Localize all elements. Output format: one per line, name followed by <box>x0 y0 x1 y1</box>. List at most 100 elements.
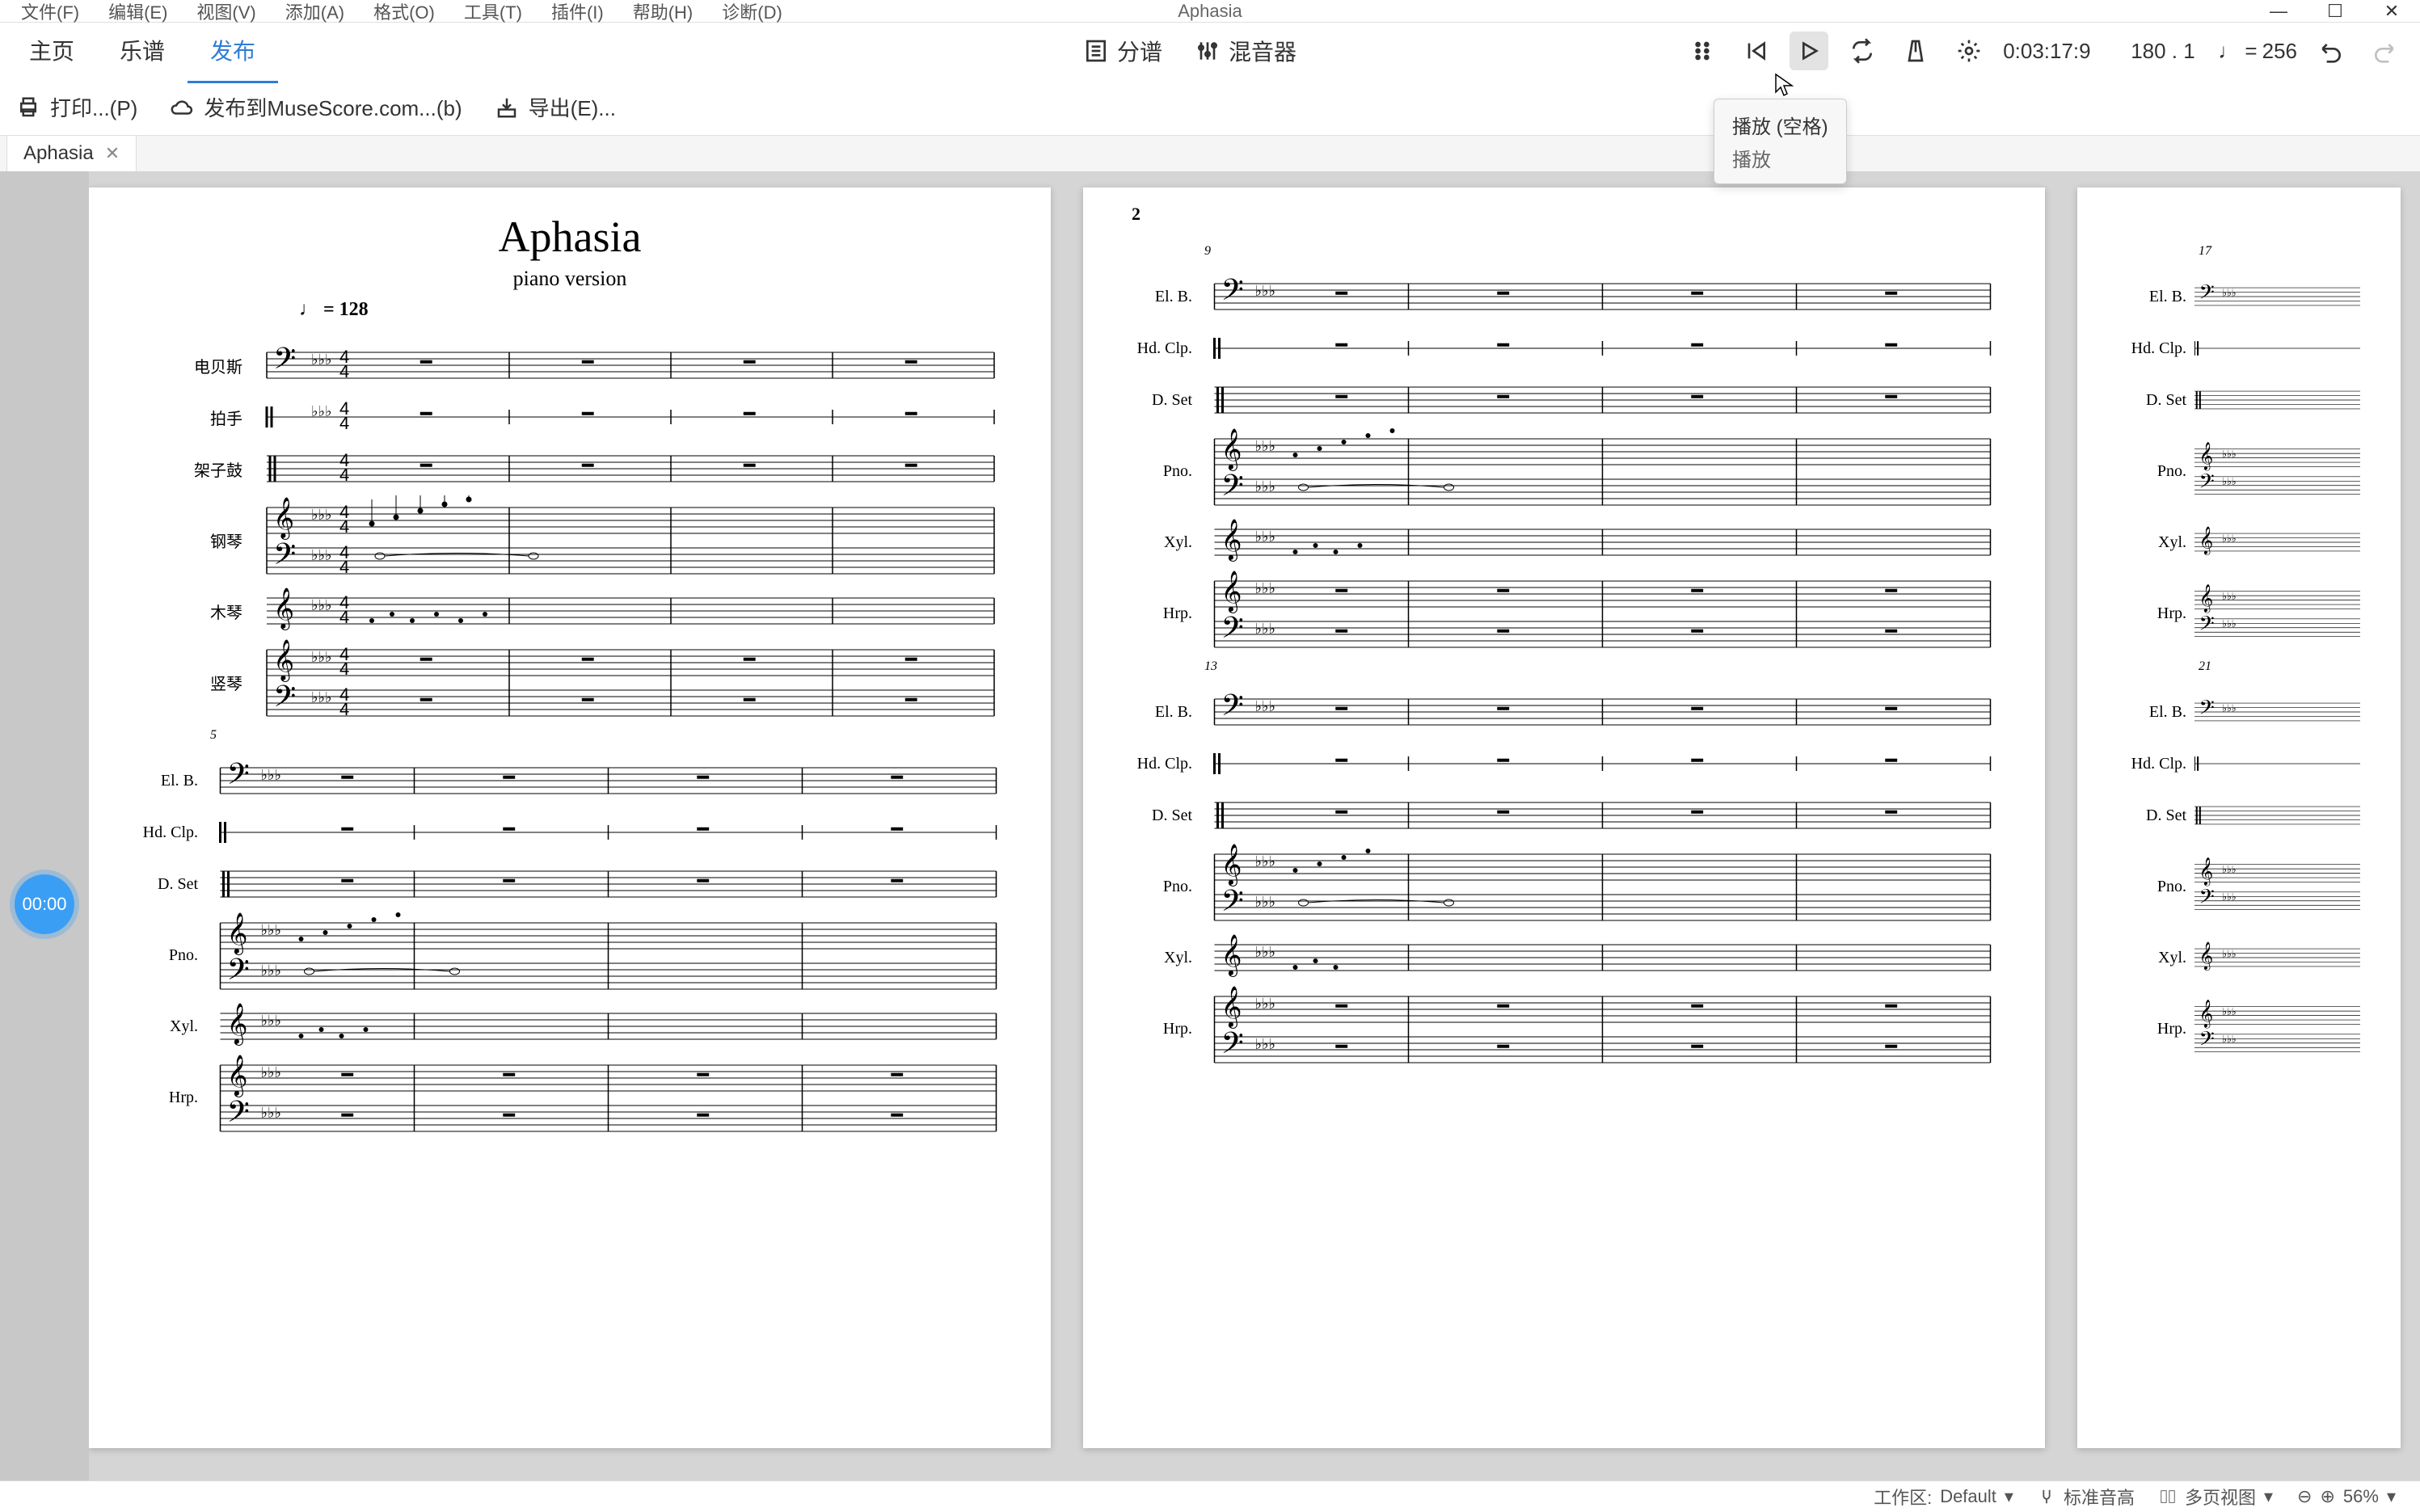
svg-text:𝄢: 𝄢 <box>2199 281 2214 309</box>
publish-online-button[interactable]: 发布到MuseScore.com...(b) <box>170 92 462 122</box>
svg-text:━: ━ <box>1335 335 1348 356</box>
svg-text:♭♭♭: ♭♭♭ <box>2222 533 2236 544</box>
svg-text:𝄞: 𝄞 <box>227 1055 248 1097</box>
svg-text:━: ━ <box>891 1105 904 1127</box>
svg-text:𝄞: 𝄞 <box>2199 857 2213 887</box>
parts-icon <box>1083 38 1109 64</box>
svg-text:━: ━ <box>1691 283 1704 305</box>
svg-text:━: ━ <box>1691 698 1704 720</box>
svg-text:━: ━ <box>1885 335 1898 356</box>
settings-button[interactable] <box>1950 32 1988 70</box>
svg-text:♭♭♭: ♭♭♭ <box>261 962 281 979</box>
svg-text:━: ━ <box>581 455 594 477</box>
tab-home[interactable]: 主页 <box>6 19 97 83</box>
zoom-control[interactable]: ⊖ ⊕ 56% ▾ <box>2297 1486 2396 1507</box>
score-page-1[interactable]: Aphasia piano version ♩ = 128 电贝斯𝄢♭♭♭44━… <box>89 187 1051 1448</box>
svg-text:♭♭♭: ♭♭♭ <box>1255 283 1275 299</box>
svg-text:𝄢: 𝄢 <box>273 343 296 382</box>
instrument-label-short: Hrp. <box>129 1089 206 1107</box>
svg-text:𝄞: 𝄞 <box>1221 844 1242 887</box>
svg-text:━: ━ <box>503 870 516 892</box>
svg-text:𝄢: 𝄢 <box>227 954 250 993</box>
svg-text:♭♭♭: ♭♭♭ <box>1255 996 1275 1012</box>
svg-text:━: ━ <box>1497 335 1510 356</box>
svg-text:━: ━ <box>341 767 354 789</box>
document-tab[interactable]: Aphasia ✕ <box>6 135 137 171</box>
svg-text:𝄞: 𝄞 <box>273 498 294 540</box>
tab-score[interactable]: 乐谱 <box>97 19 188 83</box>
metronome-button[interactable] <box>1896 32 1935 70</box>
window-title: Aphasia <box>1178 1 1242 22</box>
concert-pitch-toggle[interactable]: 标准音高 <box>2038 1484 2135 1510</box>
svg-text:𝄢: 𝄢 <box>227 1096 250 1135</box>
score-page-2[interactable]: 2 9 El. B.𝄢♭♭♭━━━━ Hd. Clp.━━━━ D. Set━━… <box>1083 187 2045 1448</box>
svg-text:━: ━ <box>891 819 904 840</box>
print-button[interactable]: 打印...(P) <box>16 92 137 122</box>
svg-text:♭♭♭: ♭♭♭ <box>1255 894 1275 910</box>
svg-text:𝄢: 𝄢 <box>273 680 296 720</box>
tab-publish[interactable]: 发布 <box>188 19 278 83</box>
drag-handle-icon[interactable] <box>1683 32 1722 70</box>
measure-number: 17 <box>2199 244 2360 259</box>
svg-text:♭♭♭: ♭♭♭ <box>1255 698 1275 714</box>
svg-text:━: ━ <box>697 819 710 840</box>
svg-text:♭♭♭: ♭♭♭ <box>2222 591 2236 602</box>
print-icon <box>16 95 40 120</box>
svg-text:4: 4 <box>339 607 349 627</box>
close-button[interactable]: ✕ <box>2363 0 2420 23</box>
svg-text:♭♭♭: ♭♭♭ <box>311 597 331 613</box>
svg-text:━: ━ <box>1335 996 1348 1017</box>
svg-text:━: ━ <box>1335 580 1348 602</box>
svg-text:━: ━ <box>1497 750 1510 772</box>
svg-text:━: ━ <box>1335 283 1348 305</box>
svg-text:━: ━ <box>743 689 756 711</box>
svg-text:𝄞: 𝄞 <box>227 913 248 955</box>
svg-text:♭♭♭: ♭♭♭ <box>2222 1034 2236 1045</box>
svg-text:𝄞: 𝄞 <box>1221 987 1242 1029</box>
svg-text:𝄢: 𝄢 <box>1221 612 1244 651</box>
mixer-button[interactable]: 混音器 <box>1195 35 1296 67</box>
workspace-selector[interactable]: 工作区: Default ▾ <box>1874 1484 2013 1510</box>
measure-number: 21 <box>2199 659 2360 674</box>
zoom-out-icon[interactable]: ⊖ <box>2297 1486 2312 1507</box>
export-button[interactable]: 导出(E)... <box>495 92 616 122</box>
svg-text:━: ━ <box>1691 1036 1704 1058</box>
svg-text:━: ━ <box>1335 698 1348 720</box>
zoom-in-icon[interactable]: ⊕ <box>2320 1486 2334 1507</box>
maximize-button[interactable]: ☐ <box>2307 0 2363 23</box>
svg-text:𝄞: 𝄞 <box>2199 1000 2213 1029</box>
svg-text:━: ━ <box>743 649 756 671</box>
svg-text:━: ━ <box>341 1105 354 1127</box>
svg-text:━: ━ <box>581 649 594 671</box>
close-tab-icon[interactable]: ✕ <box>105 143 120 164</box>
svg-text:4: 4 <box>339 361 349 381</box>
svg-text:━: ━ <box>697 1105 710 1127</box>
playback-tempo: ♩ =256 <box>2218 39 2297 64</box>
svg-text:━: ━ <box>1691 335 1704 356</box>
svg-text:━: ━ <box>1335 386 1348 408</box>
svg-text:━: ━ <box>904 689 917 711</box>
play-button[interactable] <box>1790 32 1828 70</box>
svg-text:𝄞: 𝄞 <box>1221 520 1242 562</box>
rewind-button[interactable] <box>1736 32 1775 70</box>
score-canvas[interactable]: 00:00 Aphasia piano version ♩ = 128 电贝斯𝄢… <box>0 171 2420 1480</box>
svg-text:━: ━ <box>341 870 354 892</box>
svg-text:━: ━ <box>419 352 432 373</box>
redo-button[interactable] <box>2365 32 2404 70</box>
chevron-down-icon: ▾ <box>2387 1486 2396 1507</box>
minimize-button[interactable]: — <box>2250 0 2307 23</box>
view-mode-selector[interactable]: 多页视图 ▾ <box>2159 1484 2273 1510</box>
svg-text:♭♭♭: ♭♭♭ <box>311 507 331 523</box>
system-p2-1: El. B.𝄢♭♭♭━━━━ Hd. Clp.━━━━ D. Set━━━━ P… <box>1124 272 2005 658</box>
chevron-down-icon: ▾ <box>2264 1486 2273 1507</box>
parts-button[interactable]: 分谱 <box>1083 35 1162 67</box>
svg-text:━: ━ <box>904 403 917 425</box>
loop-button[interactable] <box>1843 32 1882 70</box>
svg-text:𝄞: 𝄞 <box>1221 429 1242 471</box>
score-page-3[interactable]: 17 El. B.𝄢♭♭♭ Hd. Clp. D. Set Pno.𝄞𝄢♭♭♭♭… <box>2077 187 2401 1448</box>
undo-button[interactable] <box>2312 32 2350 70</box>
svg-text:♭♭♭: ♭♭♭ <box>261 1013 281 1029</box>
svg-text:♭♭♭: ♭♭♭ <box>1255 529 1275 545</box>
svg-text:♭♭♭: ♭♭♭ <box>2222 476 2236 487</box>
svg-text:━: ━ <box>1885 698 1898 720</box>
